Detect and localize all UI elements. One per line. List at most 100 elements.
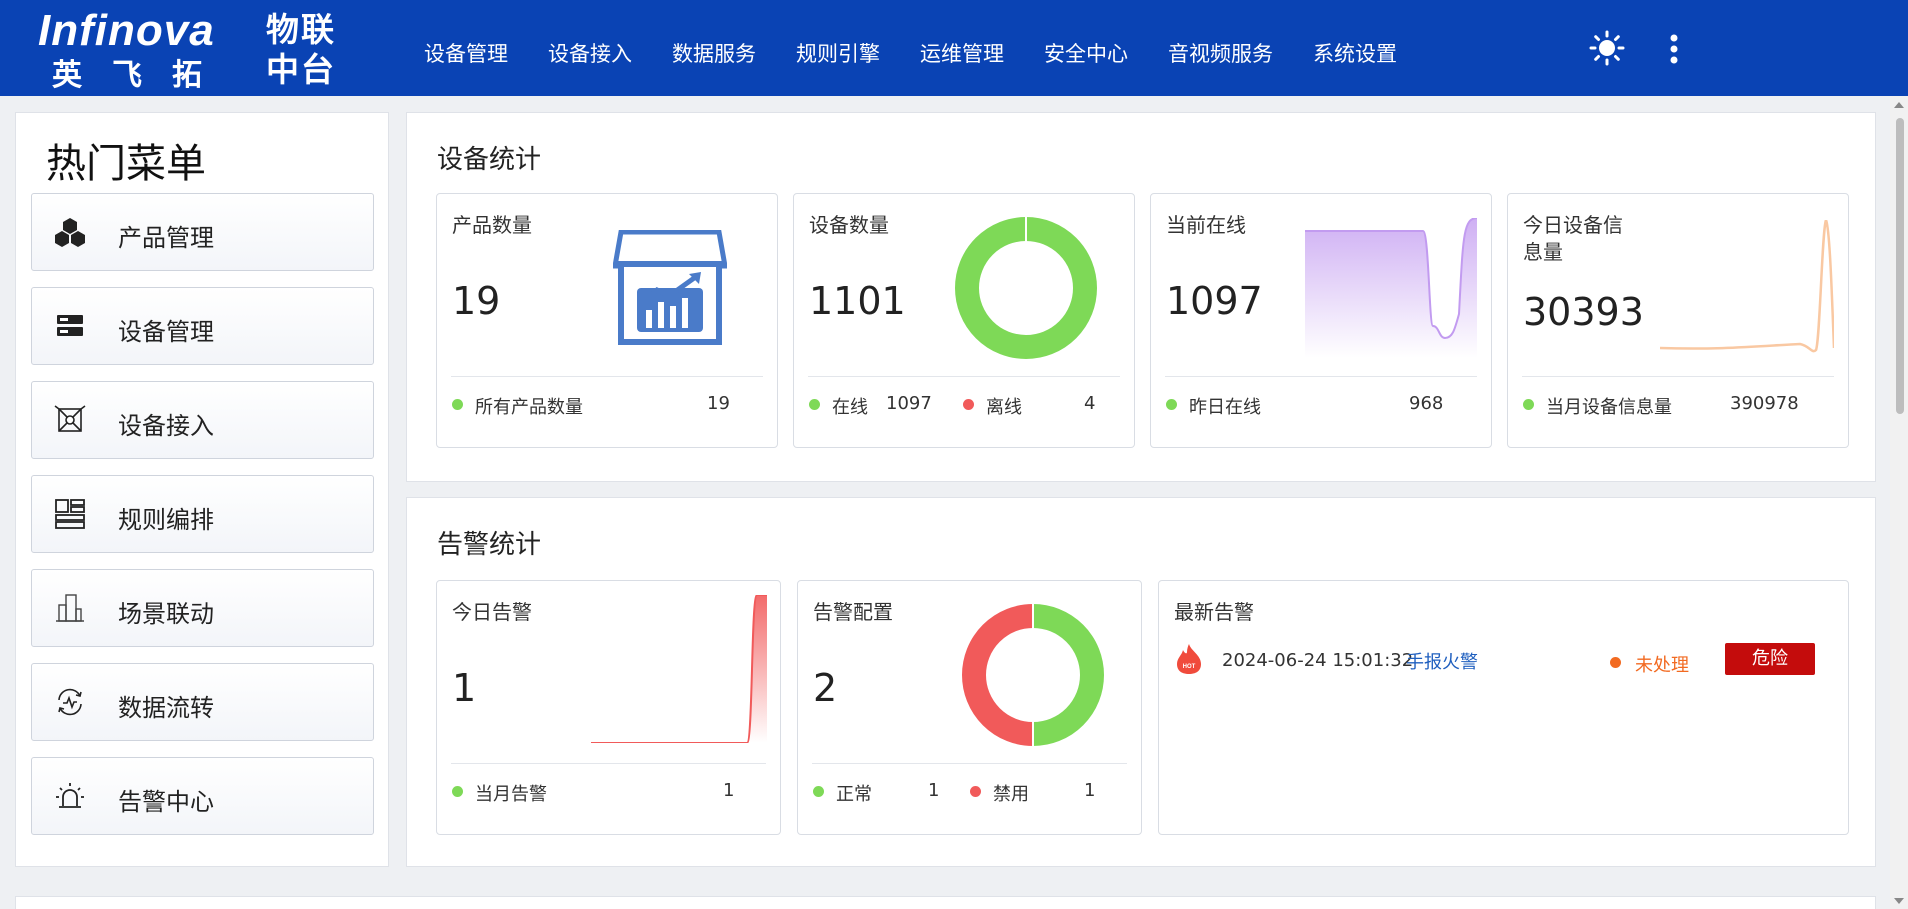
- card-divider: [451, 376, 763, 377]
- menu-item-alarm-center[interactable]: 告警中心: [31, 757, 374, 835]
- nav-av-service[interactable]: 音视频服务: [1148, 28, 1293, 74]
- building-icon: [56, 594, 84, 622]
- alarm-trend-sparkline: [591, 595, 767, 743]
- hot-menu-panel: 热门菜单 产品管理 设备管理 设备接入 规则编排 场景联动 数据流转 告警中心: [15, 112, 389, 867]
- svg-text:HOT: HOT: [1183, 664, 1196, 670]
- card-divider: [1522, 376, 1834, 377]
- legend-dot: [452, 786, 463, 797]
- menu-item-device-access[interactable]: 设备接入: [31, 381, 374, 459]
- card-title: 今日告警: [452, 600, 532, 624]
- today-alarm-card[interactable]: 今日告警 1 当月告警 1: [436, 580, 781, 835]
- top-header: Infinova 英飞拓 物联中台 设备管理 设备接入 数据服务 规则引擎 运维…: [0, 0, 1908, 96]
- next-section-panel: [15, 896, 1876, 909]
- nav-rule-engine[interactable]: 规则引擎: [776, 28, 900, 74]
- card-title: 今日设备信 息量: [1523, 212, 1623, 266]
- logo[interactable]: Infinova 英飞拓 物联中台: [38, 6, 338, 93]
- menu-item-product-management[interactable]: 产品管理: [31, 193, 374, 271]
- legend-dot: [452, 399, 463, 410]
- nav-device-management[interactable]: 设备管理: [404, 28, 528, 74]
- nav-device-access[interactable]: 设备接入: [528, 28, 652, 74]
- latest-alarm-row[interactable]: HOT 2024-06-24 15:01:32 手报火警 未处理 危险: [1175, 641, 1835, 681]
- device-stats-panel: 设备统计 产品数量 19 所有产品数量 19 设备数量 1101 在线 1097…: [406, 112, 1876, 482]
- alarm-time: 2024-06-24 15:01:32: [1222, 650, 1414, 671]
- legend-dot: [970, 786, 981, 797]
- data-flow-icon: [58, 688, 82, 716]
- menu-item-device-management[interactable]: 设备管理: [31, 287, 374, 365]
- scroll-up-arrow-icon[interactable]: [1894, 102, 1904, 108]
- card-divider: [808, 376, 1120, 377]
- current-online-card[interactable]: 当前在线 1097 昨日在线 968: [1150, 193, 1492, 448]
- legend-label: 所有产品数量: [475, 397, 583, 418]
- menu-item-label: 设备管理: [118, 318, 214, 346]
- menu-item-scene-linkage[interactable]: 场景联动: [31, 569, 374, 647]
- card-title: 最新告警: [1174, 600, 1254, 624]
- menu-item-label: 场景联动: [118, 600, 214, 628]
- menu-item-label: 数据流转: [118, 694, 214, 722]
- status-dot: [1610, 657, 1621, 668]
- legend-dot: [1166, 399, 1177, 410]
- legend-dot: [813, 786, 824, 797]
- device-count-card[interactable]: 设备数量 1101 在线 1097 离线 4: [793, 193, 1135, 448]
- legend-value: 968: [1409, 393, 1444, 414]
- scroll-down-arrow-icon[interactable]: [1894, 898, 1904, 904]
- legend-dot: [809, 399, 820, 410]
- menu-item-label: 告警中心: [118, 788, 214, 816]
- sun-icon[interactable]: [1589, 30, 1625, 66]
- nav-data-service[interactable]: 数据服务: [652, 28, 776, 74]
- layout-icon: [55, 499, 85, 529]
- logo-platform: 物联中台: [266, 10, 336, 89]
- legend-online-label: 在线: [832, 397, 868, 418]
- nav-system-settings[interactable]: 系统设置: [1293, 28, 1417, 74]
- alarm-config-donut-chart: [962, 603, 1104, 747]
- product-count-card[interactable]: 产品数量 19 所有产品数量 19: [436, 193, 778, 448]
- menu-item-label: 设备接入: [118, 412, 214, 440]
- device-count-value: 1101: [809, 279, 906, 323]
- server-icon: [57, 315, 83, 336]
- legend-value: 390978: [1730, 393, 1799, 414]
- hot-fire-icon: HOT: [1177, 644, 1201, 674]
- product-count-value: 19: [452, 279, 501, 323]
- nav-security-center[interactable]: 安全中心: [1024, 28, 1148, 74]
- alarm-name-link[interactable]: 手报火警: [1406, 648, 1478, 674]
- today-message-card[interactable]: 今日设备信 息量 30393 当月设备信息量 390978: [1507, 193, 1849, 448]
- main-nav: 设备管理 设备接入 数据服务 规则引擎 运维管理 安全中心 音视频服务 系统设置: [404, 28, 1417, 74]
- current-online-value: 1097: [1166, 279, 1263, 323]
- legend-online-value: 1097: [886, 393, 932, 414]
- menu-item-label: 规则编排: [118, 506, 214, 534]
- legend-normal-value: 1: [928, 780, 940, 801]
- device-stats-title: 设备统计: [437, 145, 542, 175]
- hot-menu-title: 热门菜单: [46, 141, 206, 187]
- latest-alarm-card: 最新告警 HOT 2024-06-24 15:01:32 手报火警 未处理 危险: [1158, 580, 1849, 835]
- device-access-icon: [54, 405, 86, 432]
- card-title: 设备数量: [809, 213, 889, 237]
- alarm-light-icon: [56, 783, 84, 808]
- legend-disabled-value: 1: [1084, 780, 1096, 801]
- menu-item-data-flow[interactable]: 数据流转: [31, 663, 374, 741]
- legend-label: 当月告警: [475, 784, 547, 805]
- alarm-config-value: 2: [813, 666, 838, 710]
- nav-ops-management[interactable]: 运维管理: [900, 28, 1024, 74]
- card-title: 告警配置: [813, 600, 893, 624]
- logo-brand: Infinova: [38, 6, 215, 55]
- card-title-line1: 今日设备信: [1523, 213, 1623, 237]
- legend-offline-label: 离线: [986, 397, 1022, 418]
- today-message-value: 30393: [1523, 290, 1644, 334]
- card-title-line2: 息量: [1523, 240, 1563, 264]
- legend-dot: [1523, 399, 1534, 410]
- online-trend-sparkline: [1305, 218, 1477, 358]
- alarm-config-card[interactable]: 告警配置 2 正常 1 禁用 1: [797, 580, 1142, 835]
- scrollbar-thumb[interactable]: [1896, 118, 1904, 414]
- card-divider: [1165, 376, 1477, 377]
- menu-item-rule-orchestration[interactable]: 规则编排: [31, 475, 374, 553]
- today-alarm-value: 1: [452, 666, 477, 710]
- legend-value: 19: [707, 393, 730, 414]
- menu-item-label: 产品管理: [118, 224, 214, 252]
- cubes-icon: [55, 218, 85, 247]
- alarm-stats-title: 告警统计: [437, 530, 542, 560]
- card-divider: [451, 763, 766, 764]
- card-title: 产品数量: [452, 213, 532, 237]
- alarm-level-badge[interactable]: 危险: [1725, 643, 1815, 675]
- more-vertical-icon[interactable]: [1662, 30, 1686, 66]
- legend-value: 1: [723, 780, 735, 801]
- legend-offline-value: 4: [1084, 393, 1096, 414]
